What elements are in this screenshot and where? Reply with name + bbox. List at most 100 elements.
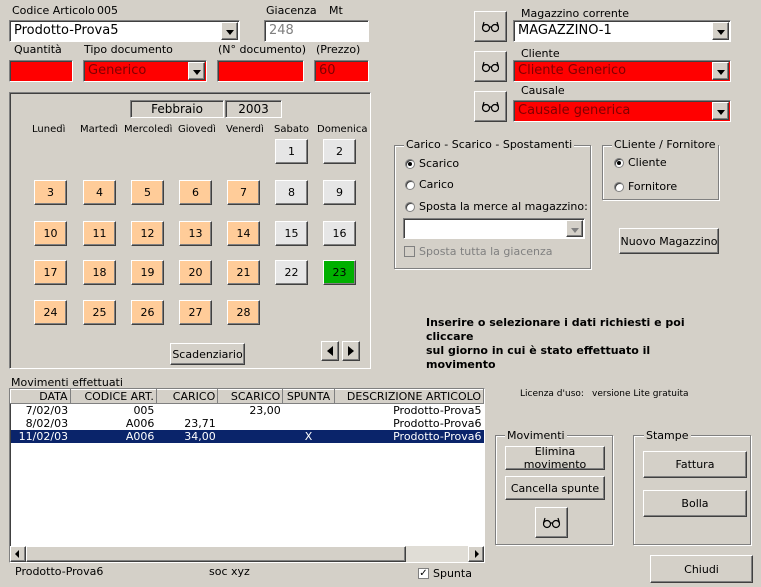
glasses-icon <box>542 517 561 529</box>
tipo-documento-select[interactable]: Generico <box>83 60 207 82</box>
radio-sposta[interactable]: Sposta la merce al magazzino: <box>405 200 588 213</box>
table-cell <box>283 417 334 430</box>
weekday-label: Sabato <box>274 124 309 135</box>
column-header[interactable]: SPUNTA <box>282 389 335 404</box>
search-magazzino-button[interactable] <box>474 11 507 42</box>
calendar-day[interactable]: 23 <box>323 260 356 285</box>
calendar-day[interactable]: 24 <box>34 300 67 325</box>
table-row[interactable]: 7/02/03 005 23,00 Prodotto-Prova5 <box>11 404 484 418</box>
tipo-documento-label: Tipo documento <box>84 43 173 56</box>
calendar-day[interactable]: 21 <box>227 260 260 285</box>
sposta-magazzino-select[interactable] <box>403 218 585 239</box>
calendar-day[interactable]: 4 <box>83 180 116 205</box>
quantita-field[interactable] <box>9 60 73 82</box>
column-header[interactable]: CODICE ART. <box>69 389 157 404</box>
next-month-button[interactable] <box>342 341 360 361</box>
calendar-day[interactable]: 27 <box>179 300 212 325</box>
table-cell: 34,00 <box>156 430 218 443</box>
table-cell: Prodotto-Prova6 <box>334 430 484 443</box>
calendar-day[interactable]: 19 <box>131 260 164 285</box>
search-causale-button[interactable] <box>474 91 507 122</box>
calendar-day[interactable]: 6 <box>179 180 212 205</box>
scroll-left-button[interactable] <box>10 546 26 562</box>
radio-scarico[interactable]: Scarico <box>405 157 459 170</box>
calendar-day[interactable]: 7 <box>227 180 260 205</box>
search-cliente-button[interactable] <box>474 51 507 82</box>
calendar-day[interactable]: 3 <box>34 180 67 205</box>
chevron-down-icon[interactable] <box>221 22 238 40</box>
chevron-down-icon[interactable] <box>712 22 729 40</box>
causale-select[interactable]: Causale generica <box>513 100 731 122</box>
chevron-down-icon[interactable] <box>712 62 729 80</box>
table-row[interactable]: 11/02/03 A006 34,00 X Prodotto-Prova6 <box>10 430 484 443</box>
calendar-day[interactable]: 2 <box>323 139 356 164</box>
chevron-down-icon[interactable] <box>712 102 729 120</box>
nuovo-magazzino-button[interactable]: Nuovo Magazzino <box>619 228 719 254</box>
radio-carico[interactable]: Carico <box>405 178 454 191</box>
table-cell <box>217 430 283 443</box>
horizontal-scrollbar[interactable] <box>10 546 484 562</box>
calendar-day[interactable]: 22 <box>275 260 308 285</box>
radio-dot <box>614 181 624 192</box>
movimenti-list[interactable]: DATA CODICE ART. CARICO SCARICO SPUNTA DESCRI… <box>9 388 485 563</box>
chevron-down-icon[interactable] <box>566 220 583 237</box>
calendar-day[interactable]: 12 <box>131 221 164 246</box>
calendar-day[interactable]: 17 <box>34 260 67 285</box>
prev-month-button[interactable] <box>321 341 339 361</box>
calendar-day[interactable]: 1 <box>275 139 308 164</box>
calendar-day[interactable]: 8 <box>275 180 308 205</box>
calendar-day[interactable]: 18 <box>83 260 116 285</box>
calendar-day[interactable]: 9 <box>323 180 356 205</box>
table-row[interactable]: 8/02/03 A006 23,71 Prodotto-Prova6 <box>11 417 484 430</box>
column-header[interactable]: SCARICO <box>217 389 284 404</box>
calendar-day[interactable]: 15 <box>275 221 308 246</box>
calendar-day[interactable]: 14 <box>227 221 260 246</box>
elimina-movimento-button[interactable]: Elimina movimento <box>505 445 605 471</box>
cliente-select[interactable]: Cliente Generico <box>513 60 731 82</box>
giacenza-label: Giacenza <box>266 4 317 17</box>
chiudi-button[interactable]: Chiudi <box>650 555 753 583</box>
column-header[interactable]: CARICO <box>155 389 219 404</box>
radio-fornitore-label: Fornitore <box>628 180 678 193</box>
checkbox-box: ✓ <box>418 568 429 579</box>
calendar-day[interactable]: 5 <box>131 180 164 205</box>
scroll-thumb[interactable] <box>26 546 406 562</box>
radio-cliente[interactable]: Cliente <box>614 156 667 169</box>
chevron-down-icon[interactable] <box>188 62 205 80</box>
n-documento-field[interactable] <box>217 60 304 82</box>
calendar-day[interactable]: 26 <box>131 300 164 325</box>
scroll-right-button[interactable] <box>468 546 484 562</box>
prezzo-label: (Prezzo) <box>316 43 361 56</box>
articolo-select[interactable]: Prodotto-Prova5 <box>9 20 240 42</box>
radio-cliente-label: Cliente <box>628 156 667 169</box>
calendar-day[interactable]: 16 <box>323 221 356 246</box>
calendar-day[interactable]: 10 <box>34 221 67 246</box>
scadenziario-button[interactable]: Scadenziario <box>170 343 245 365</box>
calendar-day[interactable]: 28 <box>227 300 260 325</box>
table-cell <box>283 404 334 418</box>
spunta-checkbox[interactable]: ✓ Spunta <box>418 567 472 580</box>
calendar-day[interactable]: 11 <box>83 221 116 246</box>
magazzino-select[interactable]: MAGAZZINO-1 <box>513 20 731 42</box>
table-body: 7/02/03 005 23,00 Prodotto-Prova5 8/02/03 A00… <box>10 404 484 443</box>
radio-fornitore[interactable]: Fornitore <box>614 180 677 193</box>
prezzo-field[interactable]: 60 <box>314 60 369 82</box>
instructions-line2: sul giorno in cui è stato effettuato il … <box>426 344 651 371</box>
giacenza-field: 248 <box>264 20 369 42</box>
table-cell: A006 <box>70 430 157 443</box>
triangle-right-icon <box>348 346 354 356</box>
column-header[interactable]: DESCRIZIONE ARTICOLO <box>333 389 484 404</box>
calendar-day[interactable]: 20 <box>179 260 212 285</box>
search-movimenti-button[interactable] <box>535 507 568 538</box>
calendar-day[interactable]: 25 <box>83 300 116 325</box>
cancella-spunte-button[interactable]: Cancella spunte <box>505 476 605 500</box>
table-cell: 11/02/03 <box>10 430 71 443</box>
bolla-button[interactable]: Bolla <box>643 490 747 517</box>
calendar-day[interactable]: 13 <box>179 221 212 246</box>
cliente-fornitore-title: CLiente / Fornitore <box>612 138 718 151</box>
movimenti-actions-title: Movimenti <box>505 429 567 442</box>
sposta-giacenza-checkbox[interactable]: Sposta tutta la giacenza <box>404 245 553 258</box>
fattura-button[interactable]: Fattura <box>643 451 747 478</box>
column-header[interactable]: DATA <box>10 389 71 404</box>
triangle-left-icon <box>15 550 19 558</box>
